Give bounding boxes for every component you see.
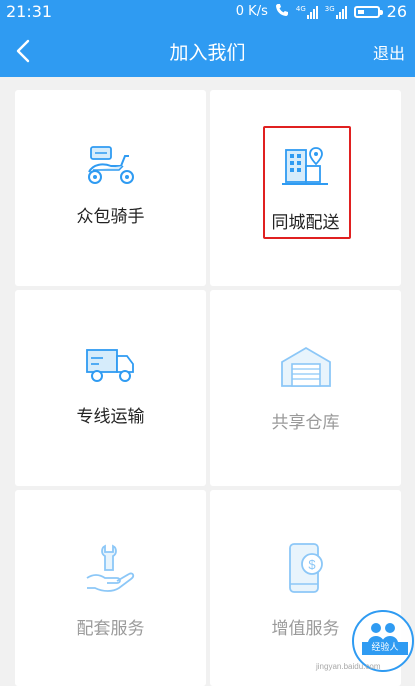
- city-building-icon: [280, 144, 332, 194]
- truck-icon: [83, 346, 139, 390]
- card-supporting-services[interactable]: 配套服务: [15, 490, 206, 686]
- battery-level: 26: [386, 2, 407, 21]
- logout-button[interactable]: 退出: [373, 40, 405, 64]
- signal-icon-sim1: 4G: [296, 5, 318, 19]
- warehouse-icon: [278, 344, 334, 394]
- card-label: 同城配送: [271, 213, 340, 233]
- sim1-label: 4G: [295, 4, 306, 13]
- wrench-hand-icon: [83, 542, 139, 600]
- card-shared-warehouse[interactable]: 共享仓库: [210, 290, 401, 486]
- status-indicators: 0 K/s 4G 3G 26: [236, 2, 407, 21]
- card-label: 专线运输: [76, 407, 145, 427]
- sim2-label: 3G: [324, 4, 335, 13]
- status-bar: 21:31 0 K/s 4G 3G 26: [0, 0, 415, 25]
- card-label: 众包骑手: [76, 207, 145, 227]
- navigation-bar: 加入我们 退出: [0, 25, 415, 77]
- network-speed: 0 K/s: [235, 4, 268, 19]
- card-city-delivery[interactable]: 同城配送: [210, 90, 401, 286]
- page-title: 加入我们: [169, 42, 246, 64]
- watermark-ribbon: 经验人: [362, 642, 408, 655]
- signal-icon-sim2: 3G: [325, 5, 347, 19]
- svg-text:$: $: [308, 557, 316, 572]
- phone-icon: [275, 2, 289, 21]
- watermark-text: jingyan.baidu.com: [316, 662, 381, 671]
- scooter-icon: [83, 144, 139, 192]
- card-line-transport[interactable]: 专线运输: [15, 290, 206, 486]
- status-time: 21:31: [6, 2, 53, 21]
- phone-dollar-icon: $: [282, 542, 330, 602]
- card-label: 共享仓库: [271, 413, 340, 433]
- card-label: 配套服务: [76, 619, 145, 639]
- battery-icon: [353, 5, 383, 18]
- card-crowdsource-rider[interactable]: 众包骑手: [15, 90, 206, 286]
